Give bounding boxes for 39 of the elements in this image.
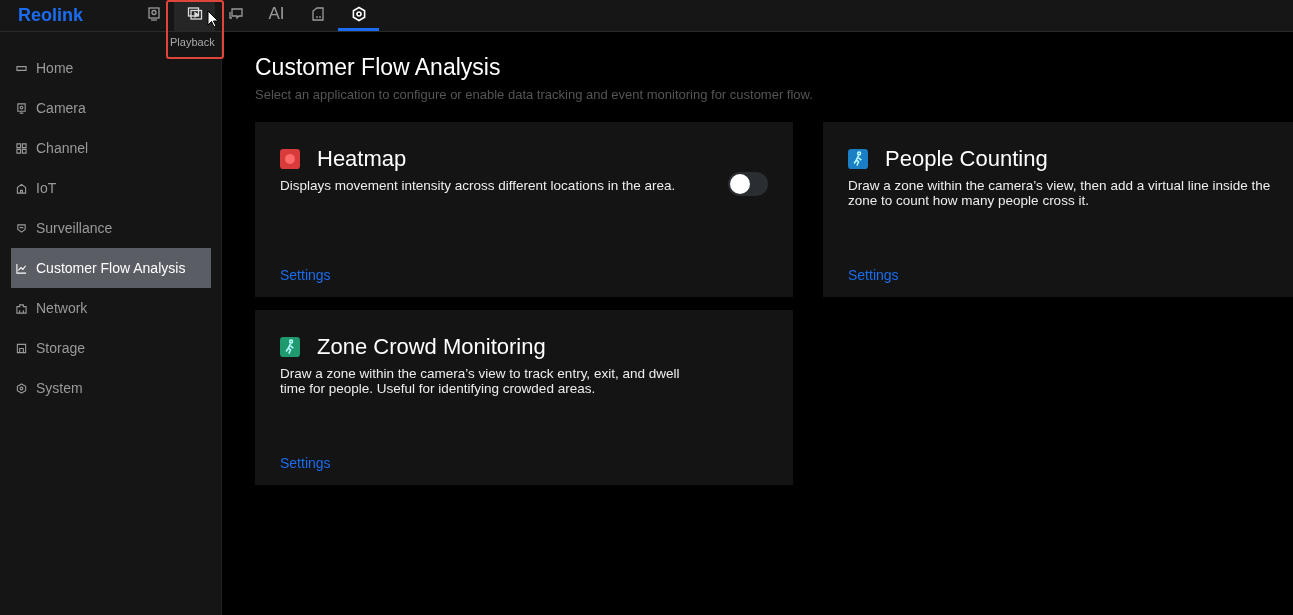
page-title: Customer Flow Analysis	[255, 54, 502, 81]
camera-icon	[145, 6, 162, 22]
sidebar-item[interactable]: Channel	[11, 128, 211, 168]
device-icon	[309, 6, 326, 22]
highlight-frame	[166, 0, 224, 59]
sidebar-item[interactable]: Home	[11, 48, 211, 88]
sidebar-item[interactable]: Customer Flow Analysis	[11, 248, 211, 288]
settings-link[interactable]: Settings	[280, 455, 768, 471]
settings-link[interactable]: Settings	[280, 267, 768, 283]
nav-tab[interactable]: AI	[256, 0, 297, 31]
card-description: Draw a zone within the camera’s view, then add a virtual line inside the zone to count how many people cross it.	[848, 178, 1272, 208]
toggle-switch[interactable]	[728, 172, 768, 196]
settings-icon	[350, 6, 367, 22]
card-description: Draw a zone within the camera’s view to track entry, exit, and dwell time for people. Useful for identifying crowded areas.	[280, 366, 681, 396]
menu-item-icon	[16, 182, 27, 194]
sidebar-item[interactable]: Camera	[11, 88, 211, 128]
card-title: Heatmap	[317, 146, 407, 172]
page-subtitle: Select an application to configure or enable data tracking and event monitoring for customer flow.	[255, 87, 814, 102]
chat-icon	[227, 6, 244, 22]
menu-item-icon	[16, 342, 27, 354]
card-description: Displays movement intensity across different locations in the area.	[280, 178, 676, 193]
sidebar-item[interactable]: System	[11, 368, 211, 408]
menu-item-icon	[16, 102, 27, 114]
sidebar-item[interactable]: IoT	[11, 168, 211, 208]
card-title: Zone Crowd Monitoring	[317, 334, 546, 360]
menu-item-icon	[16, 382, 27, 394]
sidebar-item[interactable]: Storage	[11, 328, 211, 368]
brand-logo: Reolink	[18, 5, 84, 26]
menu-item-icon	[16, 262, 27, 274]
menu-item-icon	[16, 142, 27, 154]
settings-link[interactable]: Settings	[848, 267, 1293, 283]
menu-item-icon	[16, 302, 27, 314]
tooltip-label: Playback	[170, 36, 215, 48]
sidebar-item[interactable]: Network	[11, 288, 211, 328]
playback-icon	[186, 6, 203, 22]
card-title: People Counting	[885, 146, 1048, 172]
sidebar-item[interactable]: Surveillance	[11, 208, 211, 248]
menu-item-icon	[16, 222, 27, 234]
cursor-icon	[207, 10, 219, 28]
